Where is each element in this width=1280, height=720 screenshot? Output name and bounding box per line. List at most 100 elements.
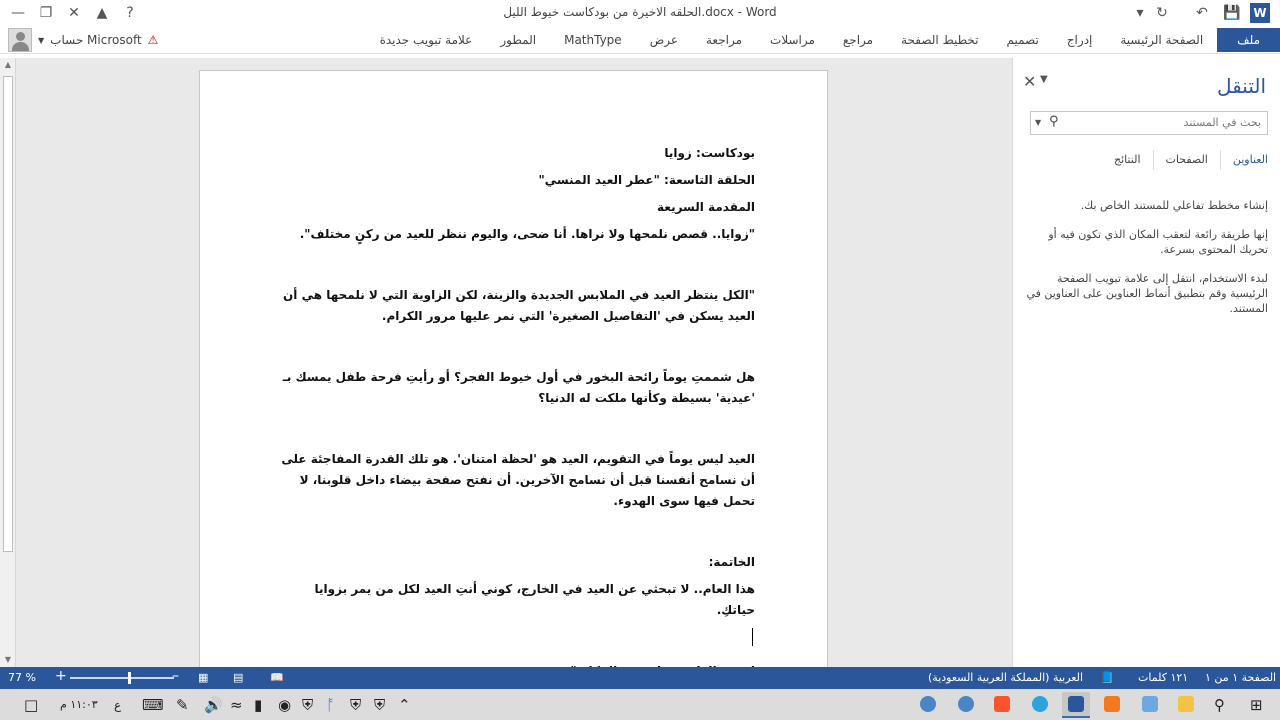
nav-info-text: لبدء الاستخدام، انتقل إلى علامة تبويب ال…	[1026, 272, 1268, 315]
battery-icon[interactable]: ▮	[254, 695, 262, 715]
ribbon: ملف الصفحة الرئيسية إدراج تصميم تخطيط ال…	[0, 26, 1280, 54]
nav-title: التنقل	[1217, 74, 1266, 98]
undo-icon[interactable]: ↶	[1192, 3, 1212, 23]
doc-paragraph[interactable]: المقدمة السريعة	[275, 197, 755, 218]
restore-icon[interactable]: ❐	[36, 3, 56, 23]
search-icon[interactable]: ⚲	[1214, 695, 1225, 715]
taskbar-app-media[interactable]	[1098, 692, 1126, 718]
zoom-slider[interactable]	[70, 677, 174, 679]
tab-results[interactable]: النتائج	[1102, 150, 1153, 170]
doc-paragraph[interactable]: الخاتمة:	[275, 552, 755, 573]
taskbar-app-explorer[interactable]	[1172, 692, 1200, 718]
tab-mathtype[interactable]: MathType	[550, 28, 636, 52]
chevron-down-icon[interactable]: ▼	[1040, 74, 1048, 85]
customize-toolbar-icon[interactable]: ▾	[1130, 3, 1150, 23]
zoom-slider-thumb[interactable]	[128, 672, 131, 684]
redo-icon[interactable]: ↻	[1152, 3, 1172, 23]
window-title: الحلقه الاخيرة من بودكاست خيوط الليل.doc…	[503, 5, 777, 19]
word-count[interactable]: ١٢١ كلمات	[1138, 671, 1188, 684]
close-icon[interactable]: ✕	[64, 3, 84, 23]
security-icon[interactable]: ⛨	[302, 695, 313, 715]
nav-info-text: إنشاء مخطط تفاعلي للمستند الخاص بك.	[1080, 199, 1268, 212]
doc-paragraph[interactable]: هذا العام.. لا تبحثي عن العيد في الخارج،…	[275, 579, 755, 621]
text-cursor	[752, 628, 753, 646]
scroll-up-icon[interactable]: ▲	[0, 58, 16, 72]
doc-paragraph[interactable]: العيد ليس يوماً في التقويم، العيد هو 'لح…	[275, 449, 755, 512]
zoom-in-icon[interactable]: +	[55, 668, 67, 684]
nav-search-input[interactable]: بحث في المستند ⚲ ▼	[1030, 111, 1268, 135]
tab-references[interactable]: مراجع	[829, 28, 887, 52]
shield-icon[interactable]: ⛨	[374, 695, 385, 715]
doc-paragraph[interactable]: بودكاست: زوايا	[275, 143, 755, 164]
account-area[interactable]: ▼ حساب Microsoft ⚠	[8, 26, 158, 54]
wifi-icon[interactable]: ≈	[230, 695, 243, 715]
account-label[interactable]: حساب Microsoft	[50, 33, 142, 47]
taskbar-app-chrome[interactable]	[914, 692, 942, 718]
doc-paragraph[interactable]: الحلقة التاسعة: "عطر العيد المنسي"	[275, 170, 755, 191]
doc-paragraph[interactable]: هل شممتِ يوماً رائحة البخور في أول خيوط …	[275, 367, 755, 409]
tab-headings[interactable]: العناوين	[1219, 150, 1280, 170]
tab-file[interactable]: ملف	[1217, 28, 1280, 52]
taskbar-app-brave[interactable]	[988, 692, 1016, 718]
search-icon[interactable]: ⚲	[1049, 114, 1059, 129]
status-bar: 77 % + – ▦ ▤ 📖 العربية (المملكة العربية …	[0, 667, 1280, 689]
chevron-down-icon[interactable]: ▼	[1035, 118, 1041, 127]
print-layout-icon[interactable]: ▤	[233, 671, 243, 684]
taskbar-app-chrome-2[interactable]	[952, 692, 980, 718]
nav-info: إنشاء مخطط تفاعلي للمستند الخاص بك. إنها…	[1024, 198, 1268, 330]
ribbon-tabs: ملف الصفحة الرئيسية إدراج تصميم تخطيط ال…	[366, 26, 1280, 54]
chevron-down-icon[interactable]: ▼	[38, 36, 44, 45]
start-icon[interactable]: ⊞	[1250, 695, 1263, 715]
avatar[interactable]	[8, 28, 32, 52]
bluetooth-icon[interactable]: ᚩ	[326, 695, 335, 715]
word-logo-icon: W	[1250, 3, 1270, 23]
notifications-icon[interactable]: □	[24, 695, 38, 715]
taskbar-app-telegram[interactable]	[1026, 692, 1054, 718]
tab-view[interactable]: عرض	[636, 28, 692, 52]
warning-icon: ⚠	[147, 33, 159, 47]
page-count[interactable]: الصفحة ١ من ١	[1205, 671, 1276, 684]
scroll-down-icon[interactable]: ▼	[0, 653, 16, 667]
zoom-level[interactable]: 77 %	[8, 671, 36, 684]
tab-page-layout[interactable]: تخطيط الصفحة	[887, 28, 992, 52]
taskbar: □ ١١:٠٣ م ع ⌨ ✎ 🔊 ≈ ▮ ◉ ⛨ ᚩ ⛨ ⛨ ⌃ ⚲ ⊞	[0, 689, 1280, 720]
tab-mailings[interactable]: مراسلات	[756, 28, 829, 52]
scroll-thumb[interactable]	[3, 76, 13, 552]
web-layout-icon[interactable]: ▦	[198, 671, 208, 684]
nav-tabs: العناوين الصفحات النتائج	[1102, 150, 1280, 170]
clock[interactable]: ١١:٠٣ م	[60, 695, 98, 715]
chevron-up-icon[interactable]: ⌃	[398, 695, 411, 715]
tab-pages[interactable]: الصفحات	[1152, 150, 1220, 170]
navigation-pane: التنقل ✕ ▼ بحث في المستند ⚲ ▼ العناوين ا…	[1012, 58, 1280, 667]
read-mode-icon[interactable]: 📖	[270, 671, 284, 684]
document-page[interactable]: بودكاست: زوايا الحلقة التاسعة: "عطر العي…	[199, 70, 828, 680]
input-language[interactable]: ع	[114, 695, 121, 715]
tab-insert[interactable]: إدراج	[1053, 28, 1107, 52]
tab-review[interactable]: مراجعة	[692, 28, 756, 52]
taskbar-app-paint[interactable]	[1136, 692, 1164, 718]
tab-new[interactable]: علامة تبويب جديدة	[366, 28, 487, 52]
tab-design[interactable]: تصميم	[993, 28, 1053, 52]
keyboard-icon[interactable]: ⌨	[142, 695, 164, 715]
document-body[interactable]: بودكاست: زوايا الحلقة التاسعة: "عطر العي…	[275, 143, 755, 688]
nav-info-text: إنها طريقة رائعة لتعقب المكان الذي تكون …	[1048, 228, 1268, 256]
tab-developer[interactable]: المطور	[486, 28, 550, 52]
zoom-out-icon[interactable]: –	[172, 668, 179, 684]
pen-icon[interactable]: ✎	[176, 695, 189, 715]
title-bar: الحلقه الاخيرة من بودكاست خيوط الليل.doc…	[0, 0, 1280, 26]
ribbon-display-icon[interactable]: ▲	[92, 3, 112, 23]
doc-paragraph[interactable]: "الكل ينتظر العيد في الملابس الجديدة وال…	[275, 285, 755, 327]
volume-icon[interactable]: 🔊	[204, 695, 223, 715]
save-icon[interactable]: 💾	[1222, 3, 1242, 23]
close-icon[interactable]: ✕	[1023, 72, 1036, 91]
taskbar-app-word[interactable]	[1062, 692, 1090, 718]
language-status[interactable]: العربية (المملكة العربية السعودية)	[928, 671, 1083, 684]
vertical-scrollbar[interactable]: ▲ ▼	[0, 58, 16, 667]
doc-paragraph[interactable]: "زوايا.. قصص نلمحها ولا نراها. أنا ضحى، …	[275, 224, 755, 245]
tab-home[interactable]: الصفحة الرئيسية	[1106, 28, 1217, 52]
update-icon[interactable]: ◉	[278, 695, 291, 715]
defender-icon[interactable]: ⛨	[350, 695, 361, 715]
help-icon[interactable]: ?	[120, 3, 140, 23]
minimize-icon[interactable]: —	[8, 3, 28, 23]
proofing-icon[interactable]: 📘	[1100, 671, 1114, 684]
